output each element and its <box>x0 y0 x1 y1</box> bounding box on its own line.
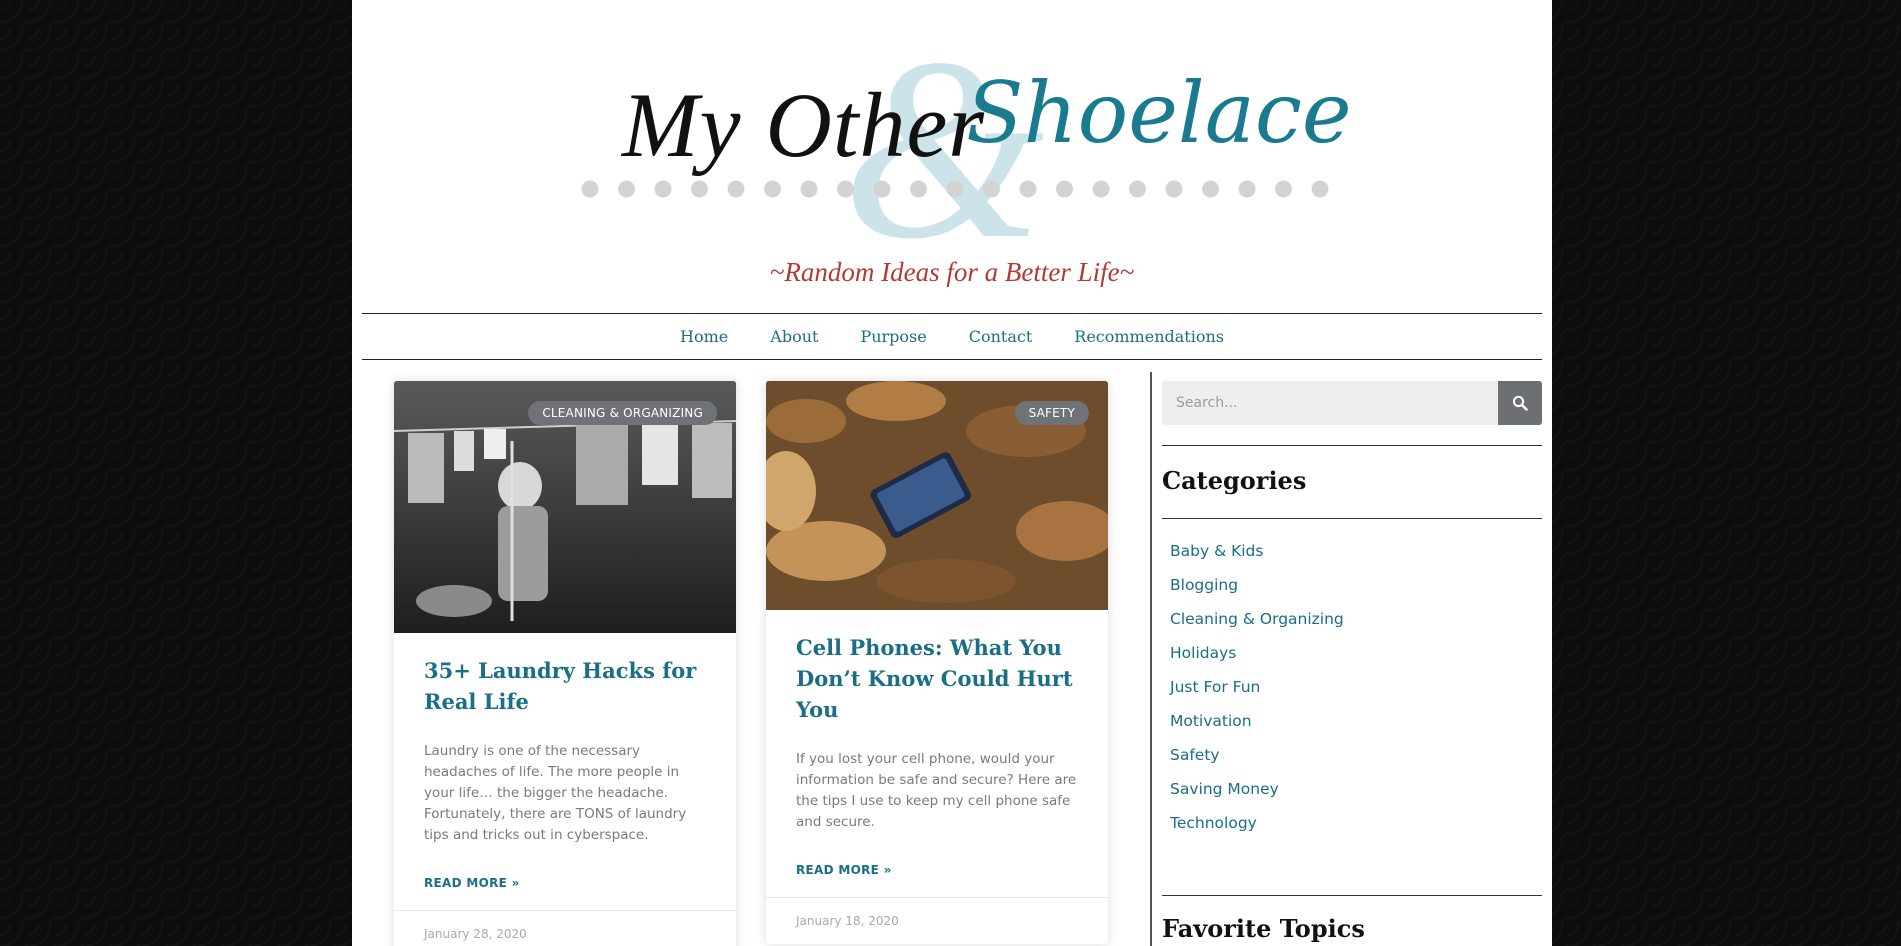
category-link[interactable]: Just For Fun <box>1170 678 1260 696</box>
post-date: January 28, 2020 <box>394 910 736 946</box>
main-nav: Home About Purpose Contact Recommendatio… <box>362 313 1542 360</box>
post-thumbnail-laundry[interactable]: CLEANING & ORGANIZING <box>394 381 736 633</box>
nav-purpose[interactable]: Purpose <box>839 327 947 346</box>
category-link[interactable]: Technology <box>1170 814 1257 832</box>
list-item: Just For Fun <box>1170 678 1344 712</box>
logo-dot <box>1238 180 1256 198</box>
post-card-laundry: CLEANING & ORGANIZING 35+ Laundry Hacks … <box>394 381 736 946</box>
logo-dot <box>1092 180 1110 198</box>
page: & My Other Shoelace ~Random Ideas for a … <box>352 0 1552 946</box>
logo-dot <box>910 180 927 198</box>
categories-heading: Categories <box>1162 466 1307 495</box>
nav-recommendations[interactable]: Recommendations <box>1053 327 1245 346</box>
post-title[interactable]: Cell Phones: What You Don’t Know Could H… <box>766 632 1108 725</box>
site-logo[interactable]: & My Other Shoelace ~Random Ideas for a … <box>352 0 1552 305</box>
category-link[interactable]: Blogging <box>1170 576 1238 594</box>
category-link[interactable]: Safety <box>1170 746 1220 764</box>
category-link[interactable]: Cleaning & Organizing <box>1170 610 1344 628</box>
logo-dot <box>983 180 1000 198</box>
post-category-badge[interactable]: CLEANING & ORGANIZING <box>528 401 717 425</box>
nav-home[interactable]: Home <box>659 327 749 346</box>
sidebar-separator <box>1162 518 1542 519</box>
logo-dot <box>1129 180 1146 198</box>
logo-dot <box>1165 180 1183 198</box>
logo-dot <box>873 180 891 198</box>
category-link[interactable]: Saving Money <box>1170 780 1279 798</box>
post-thumbnail-cell-phones[interactable]: SAFETY <box>766 381 1108 610</box>
post-excerpt: Laundry is one of the necessary headache… <box>424 743 687 843</box>
read-more-link[interactable]: READ MORE » <box>424 876 706 890</box>
search-input[interactable] <box>1162 381 1498 425</box>
list-item: Blogging <box>1170 576 1344 610</box>
sidebar-separator <box>1162 445 1542 446</box>
logo-dot <box>1019 180 1037 198</box>
logo-dot <box>764 180 781 198</box>
search-button[interactable] <box>1498 381 1542 425</box>
logo-dot <box>654 180 672 198</box>
list-item: Holidays <box>1170 644 1344 678</box>
category-link[interactable]: Holidays <box>1170 644 1236 662</box>
sidebar-separator <box>1162 895 1542 896</box>
category-link[interactable]: Motivation <box>1170 712 1252 730</box>
logo-dot <box>800 180 818 198</box>
post-date: January 18, 2020 <box>766 897 1108 944</box>
logo-text-my-other: My Other <box>622 74 986 176</box>
favorite-topics-heading: Favorite Topics <box>1162 914 1365 943</box>
list-item: Baby & Kids <box>1170 542 1344 576</box>
list-item: Motivation <box>1170 712 1344 746</box>
read-more-link[interactable]: READ MORE » <box>796 863 1078 877</box>
list-item: Technology <box>1170 814 1344 848</box>
category-link[interactable]: Baby & Kids <box>1170 542 1263 560</box>
logo-dot <box>946 180 964 198</box>
post-category-badge[interactable]: SAFETY <box>1014 401 1089 425</box>
nav-about[interactable]: About <box>749 327 839 346</box>
logo-dot <box>1275 180 1292 198</box>
nav-contact[interactable]: Contact <box>948 327 1054 346</box>
list-item: Saving Money <box>1170 780 1344 814</box>
sidebar-divider <box>1150 372 1152 946</box>
post-title[interactable]: 35+ Laundry Hacks for Real Life <box>394 655 736 717</box>
category-list: Baby & Kids Blogging Cleaning & Organizi… <box>1170 542 1344 848</box>
search-form <box>1162 381 1542 425</box>
search-icon <box>1512 395 1528 411</box>
logo-dot <box>691 180 708 198</box>
logo-dot <box>837 180 854 198</box>
site-tagline: ~Random Ideas for a Better Life~ <box>769 257 1135 287</box>
logo-dot <box>727 180 745 198</box>
logo-dot <box>1056 180 1073 198</box>
list-item: Safety <box>1170 746 1344 780</box>
post-excerpt: If you lost your cell phone, would your … <box>796 751 1077 830</box>
logo-dot <box>581 180 599 198</box>
logo-dot <box>1202 180 1219 198</box>
post-card-cell-phones: SAFETY Cell Phones: What You Don’t Know … <box>766 381 1108 944</box>
logo-text-shoelace: Shoelace <box>966 64 1352 162</box>
logo-dot <box>1311 180 1329 198</box>
list-item: Cleaning & Organizing <box>1170 610 1344 644</box>
logo-dot <box>618 180 635 198</box>
